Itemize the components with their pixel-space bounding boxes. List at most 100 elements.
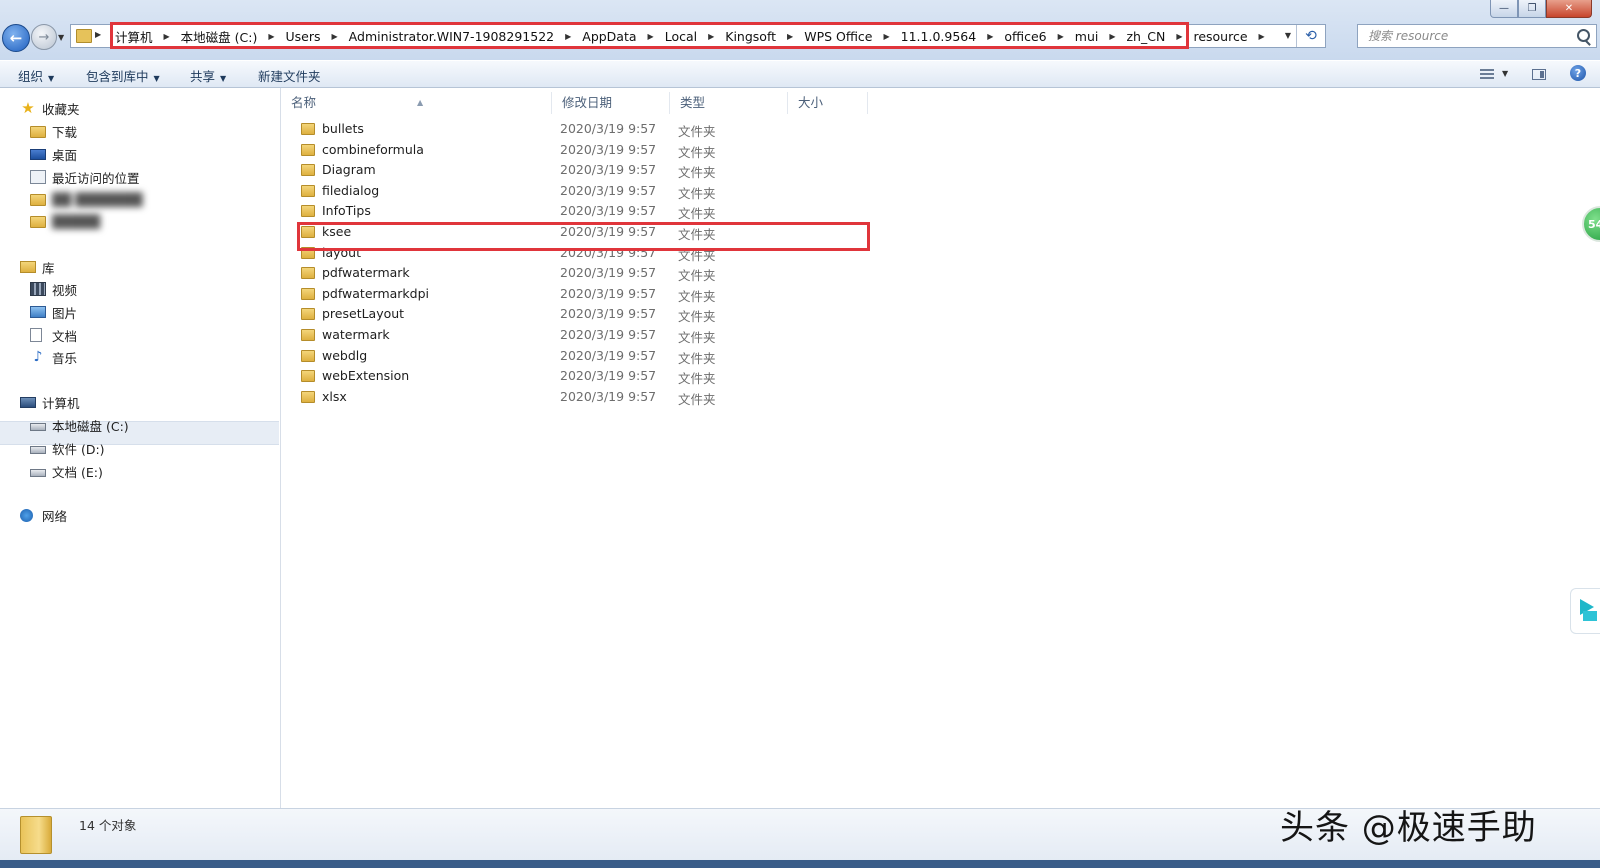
minimize-button[interactable]: —: [1490, 0, 1518, 18]
share-button[interactable]: 共享 ▼: [190, 66, 226, 85]
chevron-right-icon[interactable]: ▶: [1109, 32, 1115, 41]
sidebar-item-videos[interactable]: 视频: [30, 279, 77, 299]
breadcrumb-item[interactable]: 本地磁盘 (C:): [179, 27, 260, 46]
search-icon[interactable]: [1577, 29, 1590, 42]
file-row[interactable]: xlsx 2020/3/19 9:57 文件夹: [281, 387, 1151, 408]
organize-button[interactable]: 组织 ▼: [18, 66, 54, 85]
sidebar-item-blurred-2[interactable]: █████: [30, 211, 100, 231]
breadcrumb-item[interactable]: Administrator.WIN7-1908291522: [347, 29, 556, 44]
breadcrumb-item[interactable]: zh_CN: [1125, 29, 1168, 44]
include-in-library-button[interactable]: 包含到库中 ▼: [86, 66, 160, 85]
search-box[interactable]: [1357, 24, 1597, 48]
back-button[interactable]: ←: [2, 24, 30, 52]
chevron-right-icon[interactable]: ▶: [95, 30, 101, 39]
file-name[interactable]: InfoTips: [322, 203, 371, 218]
file-name[interactable]: pdfwatermark: [322, 265, 410, 280]
chevron-right-icon[interactable]: ▶: [565, 32, 571, 41]
chevron-right-icon[interactable]: ▶: [884, 32, 890, 41]
sidebar-item-favorites[interactable]: ★ 收藏夹: [20, 98, 79, 118]
breadcrumb-item[interactable]: Kingsoft: [723, 29, 778, 44]
chevron-right-icon[interactable]: ▶: [268, 32, 274, 41]
file-row[interactable]: InfoTips 2020/3/19 9:57 文件夹: [281, 201, 1151, 222]
sidebar-item-music[interactable]: ♪ 音乐: [30, 347, 77, 367]
file-name[interactable]: filedialog: [322, 183, 379, 198]
chevron-right-icon[interactable]: ▶: [987, 32, 993, 41]
view-options-icon[interactable]: [1480, 69, 1494, 80]
chevron-right-icon[interactable]: ▶: [708, 32, 714, 41]
file-row[interactable]: layout 2020/3/19 9:57 文件夹: [281, 243, 1151, 264]
breadcrumb-item[interactable]: resource: [1191, 29, 1249, 44]
sidebar-item-network[interactable]: 网络: [20, 505, 67, 525]
sidebar-item-pictures[interactable]: 图片: [30, 302, 77, 322]
sidebar-item-drive-e[interactable]: 文档 (E:): [30, 461, 103, 481]
file-row[interactable]: pdfwatermarkdpi 2020/3/19 9:57 文件夹: [281, 284, 1151, 305]
search-input[interactable]: [1366, 28, 1570, 44]
file-row[interactable]: combineformula 2020/3/19 9:57 文件夹: [281, 140, 1151, 161]
chevron-right-icon[interactable]: ▶: [332, 32, 338, 41]
file-row[interactable]: watermark 2020/3/19 9:57 文件夹: [281, 325, 1151, 346]
breadcrumb-item[interactable]: Local: [663, 29, 699, 44]
file-name[interactable]: pdfwatermarkdpi: [322, 286, 429, 301]
breadcrumb-item[interactable]: AppData: [580, 29, 638, 44]
sidebar-item-drive-c[interactable]: 本地磁盘 (C:): [30, 415, 129, 435]
chevron-down-icon[interactable]: ▼: [1285, 31, 1291, 40]
column-header-size[interactable]: 大小: [788, 92, 868, 114]
file-name[interactable]: webExtension: [322, 368, 409, 383]
chevron-right-icon[interactable]: ▶: [1259, 32, 1265, 41]
chevron-right-icon[interactable]: ▶: [648, 32, 654, 41]
file-name[interactable]: watermark: [322, 327, 390, 342]
breadcrumb-item[interactable]: WPS Office: [802, 29, 874, 44]
breadcrumb-item[interactable]: office6: [1002, 29, 1048, 44]
file-name[interactable]: webdlg: [322, 348, 367, 363]
chevron-right-icon[interactable]: ▶: [1058, 32, 1064, 41]
address-bar[interactable]: ▶ 计算机 ▶ 本地磁盘 (C:) ▶ Users ▶ Administrator.WIN7…: [70, 24, 1326, 48]
blurred-label: ██ ███████: [52, 191, 143, 207]
sidebar-item-blurred-1[interactable]: ██ ███████: [30, 189, 143, 209]
file-row[interactable]: bullets 2020/3/19 9:57 文件夹: [281, 119, 1151, 140]
breadcrumb-item[interactable]: 11.1.0.9564: [899, 29, 979, 44]
file-name[interactable]: combineformula: [322, 142, 424, 157]
breadcrumb-item[interactable]: 计算机: [113, 27, 155, 46]
file-name[interactable]: presetLayout: [322, 306, 404, 321]
file-name[interactable]: bullets: [322, 121, 364, 136]
file-name[interactable]: Diagram: [322, 162, 376, 177]
chevron-right-icon[interactable]: ▶: [1176, 32, 1182, 41]
file-name[interactable]: layout: [322, 245, 361, 260]
file-name[interactable]: ksee: [322, 224, 351, 239]
file-name[interactable]: xlsx: [322, 389, 347, 404]
floating-side-tab[interactable]: [1570, 588, 1600, 634]
sidebar-item-downloads[interactable]: 下载: [30, 121, 77, 141]
chevron-down-icon[interactable]: ▼: [1502, 69, 1508, 78]
help-icon[interactable]: ?: [1570, 65, 1586, 81]
file-row[interactable]: ksee 2020/3/19 9:57 文件夹: [281, 222, 1151, 243]
file-row[interactable]: pdfwatermark 2020/3/19 9:57 文件夹: [281, 263, 1151, 284]
sidebar-item-documents[interactable]: 文档: [30, 325, 77, 345]
chevron-right-icon[interactable]: ▶: [164, 32, 170, 41]
column-header-type[interactable]: 类型: [670, 92, 788, 114]
desktop-icon: [30, 148, 46, 160]
close-button[interactable]: ✕: [1546, 0, 1592, 18]
sidebar-item-libraries[interactable]: 库: [20, 257, 55, 277]
file-row[interactable]: webdlg 2020/3/19 9:57 文件夹: [281, 346, 1151, 367]
sidebar-item-drive-d[interactable]: 软件 (D:): [30, 438, 105, 458]
breadcrumb-item[interactable]: Users: [284, 29, 323, 44]
refresh-button[interactable]: ⟲: [1296, 25, 1325, 47]
file-row[interactable]: filedialog 2020/3/19 9:57 文件夹: [281, 181, 1151, 202]
column-header-name[interactable]: 名称 ▲: [281, 92, 552, 114]
recent-pages-dropdown[interactable]: ▼: [58, 33, 64, 42]
maximize-button[interactable]: ❐: [1518, 0, 1546, 18]
folder-icon: [301, 308, 315, 321]
chevron-right-icon[interactable]: ▶: [787, 32, 793, 41]
breadcrumb-item[interactable]: mui: [1073, 29, 1101, 44]
file-row[interactable]: webExtension 2020/3/19 9:57 文件夹: [281, 366, 1151, 387]
forward-button[interactable]: →: [31, 24, 57, 50]
file-type: 文件夹: [678, 247, 716, 263]
file-row[interactable]: presetLayout 2020/3/19 9:57 文件夹: [281, 304, 1151, 325]
column-header-modified[interactable]: 修改日期: [552, 92, 670, 114]
sidebar-item-desktop[interactable]: 桌面: [30, 144, 77, 164]
file-row[interactable]: Diagram 2020/3/19 9:57 文件夹: [281, 160, 1151, 181]
sidebar-item-computer[interactable]: 计算机: [20, 392, 80, 412]
preview-pane-icon[interactable]: [1532, 69, 1546, 80]
new-folder-button[interactable]: 新建文件夹: [258, 66, 321, 85]
sidebar-item-recent-places[interactable]: 最近访问的位置: [30, 167, 140, 187]
